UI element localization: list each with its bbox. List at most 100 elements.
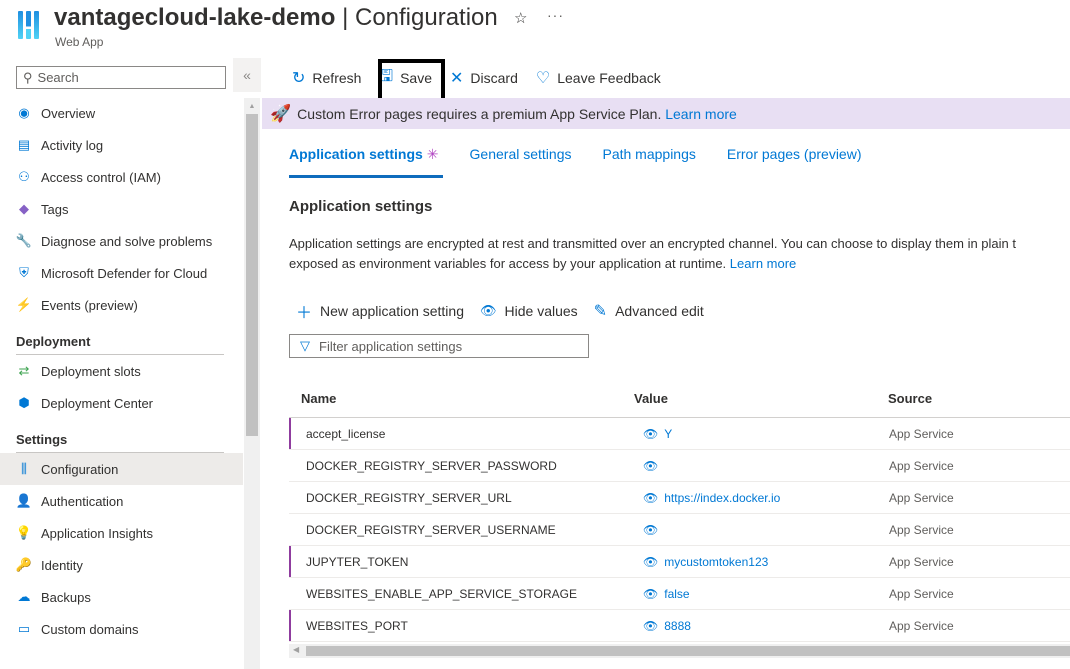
setting-name[interactable]: DOCKER_REGISTRY_SERVER_PASSWORD — [289, 459, 634, 473]
sidebar-item-diagnose-and-solve-problems[interactable]: 🔧 Diagnose and solve problems — [0, 225, 243, 257]
sidebar-item-activity-log[interactable]: ▤ Activity log — [0, 129, 243, 161]
table-row[interactable]: DOCKER_REGISTRY_SERVER_URL 👁 https://index… — [289, 482, 1070, 514]
filter-settings-input[interactable]: ▽ Filter application settings — [289, 334, 589, 358]
eye-hidden-icon[interactable]: 👁 — [643, 459, 658, 473]
eye-hidden-icon[interactable]: 👁 — [643, 587, 658, 601]
eye-hidden-icon[interactable]: 👁 — [643, 619, 658, 633]
setting-value[interactable]: 👁 — [634, 523, 888, 537]
www-icon: ▭ — [17, 621, 31, 636]
sidebar-item-tags[interactable]: ◆ Tags — [0, 193, 243, 225]
sidebar-item-deployment-center[interactable]: ⬢ Deployment Center — [0, 387, 243, 419]
sidebar-item-authentication[interactable]: 👤 Authentication — [0, 485, 243, 517]
sidebar-item-application-insights[interactable]: 💡 Application Insights — [0, 517, 243, 549]
table-horizontal-scrollbar[interactable]: ◀ — [289, 644, 1070, 658]
setting-name[interactable]: accept_license — [289, 427, 634, 441]
sidebar-item-identity[interactable]: 🔑 Identity — [0, 549, 243, 581]
sidebar-item-label: Configuration — [41, 461, 119, 477]
favorite-star-icon[interactable]: ☆ — [514, 9, 527, 27]
eye-hidden-icon[interactable]: 👁 — [643, 523, 658, 537]
sidebar-item-deployment-slots[interactable]: ⇄ Deployment slots — [0, 355, 243, 387]
setting-value[interactable]: 👁 mycustomtoken123 — [634, 555, 888, 569]
shield-icon: ⛨ — [19, 265, 29, 280]
tab-application-settings[interactable]: Application settings ✳ — [289, 146, 443, 178]
column-header-value[interactable]: Value — [634, 391, 888, 406]
menu-scrollbar[interactable]: ▲ — [244, 98, 260, 669]
setting-value[interactable]: 👁 — [634, 459, 888, 473]
wrench-icon: 🔧 — [15, 233, 33, 248]
description-line-1: Application settings are encrypted at re… — [289, 236, 1016, 251]
heart-icon: ♡ — [535, 70, 551, 87]
setting-value[interactable]: 👁 false — [634, 587, 888, 601]
hide-values-button[interactable]: 👁 Hide values — [480, 303, 578, 319]
sidebar-item-overview[interactable]: ◉ Overview — [0, 97, 243, 129]
log-icon: ▤ — [17, 137, 31, 152]
title-separator: | — [335, 4, 355, 31]
table-row[interactable]: DOCKER_REGISTRY_SERVER_PASSWORD 👁 App Serv… — [289, 450, 1070, 482]
discard-label: Discard — [470, 70, 518, 86]
refresh-button[interactable]: ↻ Refresh — [292, 58, 361, 98]
section-title: Application settings — [289, 198, 433, 215]
setting-value-text: mycustomtoken123 — [664, 554, 769, 569]
sidebar-item-label: Application Insights — [41, 525, 154, 541]
eye-hidden-icon[interactable]: 👁 — [643, 491, 658, 505]
tab-general-settings[interactable]: General settings — [470, 146, 572, 178]
setting-value[interactable]: 👁 https://index.docker.io — [634, 491, 888, 505]
search-placeholder: Search — [37, 70, 79, 85]
search-icon: ⚲ — [23, 69, 33, 85]
table-row[interactable]: accept_license 👁 Y App Service — [289, 418, 1070, 450]
table-body: accept_license 👁 Y App Service DOCKER_REGIST… — [289, 418, 1070, 642]
advanced-edit-button[interactable]: ✎ Advanced edit — [594, 301, 704, 321]
more-options-icon[interactable]: ··· — [547, 7, 564, 23]
setting-source: App Service — [889, 554, 954, 569]
user-key-icon: 👤 — [15, 493, 33, 508]
sidebar-item-configuration[interactable]: ⫼ Configuration — [0, 453, 243, 485]
description-learn-more-link[interactable]: Learn more — [730, 256, 796, 271]
setting-name[interactable]: WEBSITES_PORT — [289, 619, 634, 633]
column-header-source[interactable]: Source — [888, 391, 1070, 406]
table-row[interactable]: WEBSITES_PORT 👁 8888 App Service — [289, 610, 1070, 642]
advanced-edit-label: Advanced edit — [615, 303, 704, 319]
hide-values-label: Hide values — [504, 303, 578, 319]
sidebar-item-backups[interactable]: ☁ Backups — [0, 581, 243, 613]
pencil-icon: ✎ — [593, 303, 608, 320]
new-setting-label: New application setting — [320, 303, 464, 319]
tab-path-mappings[interactable]: Path mappings — [602, 146, 695, 178]
collapse-menu-button[interactable]: « — [233, 58, 261, 92]
tab-error-pages-preview[interactable]: Error pages (preview) — [727, 146, 862, 178]
leave-feedback-button[interactable]: ♡ Leave Feedback — [536, 58, 661, 98]
eye-hidden-icon[interactable]: 👁 — [643, 555, 658, 569]
setting-source: App Service — [889, 490, 954, 505]
eye-hidden-icon[interactable]: 👁 — [643, 427, 658, 441]
banner-learn-more-link[interactable]: Learn more — [665, 106, 737, 122]
lightbulb-icon: 💡 — [15, 525, 33, 540]
sidebar-item-microsoft-defender-for-cloud[interactable]: ⛨ Microsoft Defender for Cloud — [0, 257, 243, 289]
sidebar-section-settings: Settings — [0, 419, 243, 453]
setting-name[interactable]: JUPYTER_TOKEN — [289, 555, 634, 569]
menu-search-input[interactable]: ⚲ Search — [16, 66, 226, 89]
table-row[interactable]: WEBSITES_ENABLE_APP_SERVICE_STORAGE 👁 fals… — [289, 578, 1070, 610]
config-tabs: Application settings ✳ General settings Pat… — [289, 146, 893, 178]
table-row[interactable]: JUPYTER_TOKEN 👁 mycustomtoken123 App Servic… — [289, 546, 1070, 578]
column-header-name[interactable]: Name — [289, 391, 634, 406]
setting-value[interactable]: 👁 8888 — [634, 619, 888, 633]
description-line-2: exposed as environment variables for acc… — [289, 256, 727, 271]
setting-value[interactable]: 👁 Y — [634, 427, 888, 441]
new-application-setting-button[interactable]: ＋ New application setting — [296, 299, 464, 323]
table-row[interactable]: DOCKER_REGISTRY_SERVER_USERNAME 👁 App Serv… — [289, 514, 1070, 546]
sidebar-item-events-preview[interactable]: ⚡ Events (preview) — [0, 289, 243, 321]
setting-name[interactable]: WEBSITES_ENABLE_APP_SERVICE_STORAGE — [289, 587, 634, 601]
setting-value-text: false — [664, 586, 690, 601]
setting-name[interactable]: DOCKER_REGISTRY_SERVER_URL — [289, 491, 634, 505]
scrollbar-thumb[interactable] — [306, 646, 1070, 656]
tab-label: General settings — [469, 146, 572, 162]
discard-button[interactable]: ✕ Discard — [450, 58, 518, 98]
scroll-left-arrow-icon[interactable]: ◀ — [293, 645, 299, 654]
app-settings-table: Name Value Source accept_license 👁 Y App Se… — [289, 380, 1070, 642]
page-title: vantagecloud-lake-demo | Configuration — [54, 4, 498, 32]
sidebar-item-custom-domains[interactable]: ▭ Custom domains — [0, 613, 243, 645]
scroll-up-arrow-icon[interactable]: ▲ — [244, 98, 260, 114]
setting-name[interactable]: DOCKER_REGISTRY_SERVER_USERNAME — [289, 523, 634, 537]
sidebar-item-access-control-iam[interactable]: ⚇ Access control (IAM) — [0, 161, 243, 193]
scrollbar-thumb[interactable] — [246, 114, 258, 436]
sidebar-item-label: Backups — [41, 589, 91, 605]
